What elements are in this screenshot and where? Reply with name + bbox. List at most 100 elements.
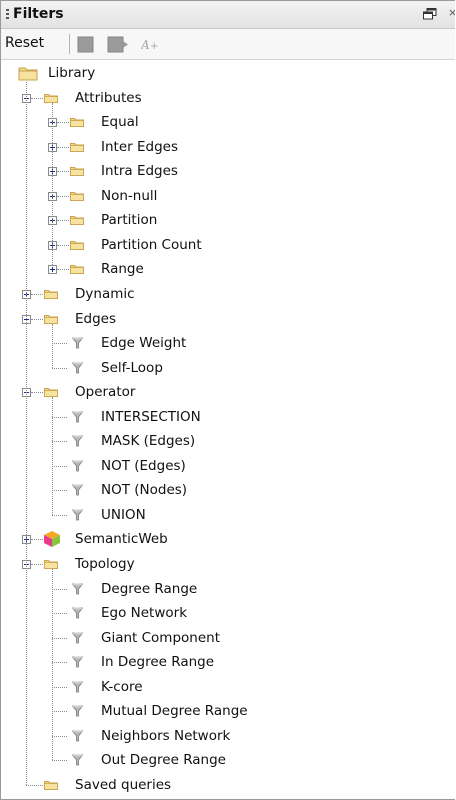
tree-leaf-operator-1[interactable]: MASK (Edges) bbox=[101, 429, 195, 453]
tree-node-library[interactable]: Library bbox=[48, 61, 95, 85]
restore-window-icon[interactable] bbox=[423, 8, 437, 20]
auto-refresh-icon[interactable]: A + bbox=[141, 38, 163, 51]
tree-guide-line bbox=[52, 686, 67, 688]
tree-guide-line bbox=[57, 269, 69, 271]
panel-title: Filters bbox=[13, 6, 64, 22]
folder-icon bbox=[70, 191, 84, 201]
tree-leaf-topology-7[interactable]: Out Degree Range bbox=[101, 748, 226, 772]
tree-guide-line bbox=[31, 539, 43, 541]
folder-icon bbox=[70, 142, 84, 152]
tree-leaf-attributes-3[interactable]: Non-null bbox=[101, 184, 157, 208]
tree-node-dynamic[interactable]: Dynamic bbox=[75, 282, 135, 306]
tree-guide-line bbox=[52, 760, 67, 762]
tree-guide-line bbox=[52, 662, 67, 664]
tree-leaf-attributes-2[interactable]: Intra Edges bbox=[101, 159, 178, 183]
svg-text:A: A bbox=[141, 38, 150, 51]
filter-stop-icon[interactable] bbox=[77, 36, 95, 53]
filters-panel: Filters × Reset A + LibraryAttributesEqu… bbox=[0, 0, 455, 800]
tree-leaf-attributes-6[interactable]: Range bbox=[101, 257, 144, 281]
tree-node-topology[interactable]: Topology bbox=[75, 552, 135, 576]
filter-funnel-icon bbox=[72, 460, 83, 472]
tree-leaf-operator-3[interactable]: NOT (Nodes) bbox=[101, 478, 187, 502]
folder-icon bbox=[44, 388, 58, 398]
filter-funnel-icon bbox=[72, 705, 83, 717]
tree-guide-line bbox=[52, 323, 53, 368]
tree-leaf-topology-5[interactable]: Mutual Degree Range bbox=[101, 699, 248, 723]
filter-funnel-icon bbox=[72, 754, 83, 766]
filter-funnel-icon bbox=[72, 656, 83, 668]
filter-funnel-icon bbox=[72, 411, 83, 423]
folder-icon bbox=[44, 289, 58, 299]
tree-node-edges[interactable]: Edges bbox=[75, 307, 116, 331]
tree-leaf-topology-0[interactable]: Degree Range bbox=[101, 577, 197, 601]
tree-guide-line bbox=[52, 343, 67, 345]
tree-leaf-attributes-1[interactable]: Inter Edges bbox=[101, 135, 178, 159]
tree-leaf-edges-1[interactable]: Self-Loop bbox=[101, 356, 163, 380]
tree-guide-line bbox=[52, 367, 67, 369]
tree-guide-line bbox=[52, 490, 67, 492]
filter-funnel-icon bbox=[72, 435, 83, 447]
tree-guide-line bbox=[31, 392, 43, 394]
tree-guide-line bbox=[52, 735, 67, 737]
tree-guide-line bbox=[31, 318, 43, 320]
tree-node-semanticweb[interactable]: SemanticWeb bbox=[75, 527, 168, 551]
folder-icon bbox=[70, 118, 84, 128]
tree-node-attributes[interactable]: Attributes bbox=[75, 86, 142, 110]
filter-funnel-icon bbox=[72, 337, 83, 349]
folder-icon bbox=[70, 216, 84, 226]
folder-icon bbox=[70, 240, 84, 250]
tree-leaf-operator-0[interactable]: INTERSECTION bbox=[101, 405, 201, 429]
tree-node-operator[interactable]: Operator bbox=[75, 380, 135, 404]
reset-button[interactable]: Reset bbox=[5, 35, 44, 51]
tree-leaf-attributes-4[interactable]: Partition bbox=[101, 208, 157, 232]
folder-icon bbox=[44, 560, 58, 569]
tree-leaf-topology-6[interactable]: Neighbors Network bbox=[101, 724, 230, 748]
folder-icon bbox=[44, 93, 58, 103]
tree-guide-line bbox=[26, 784, 43, 786]
folder-icon bbox=[70, 167, 84, 177]
svg-text:+: + bbox=[150, 41, 158, 51]
filter-funnel-icon bbox=[72, 362, 83, 373]
filter-funnel-icon bbox=[72, 632, 83, 644]
filter-funnel-icon bbox=[72, 509, 83, 521]
filter-funnel-icon bbox=[72, 607, 83, 619]
tree-guide-line bbox=[52, 711, 67, 713]
tree-guide-line bbox=[26, 82, 27, 785]
expand-toggle-attributes-6[interactable] bbox=[48, 265, 57, 275]
close-icon[interactable]: × bbox=[448, 6, 455, 19]
tree-leaf-operator-2[interactable]: NOT (Edges) bbox=[101, 454, 186, 478]
tree-leaf-topology-3[interactable]: In Degree Range bbox=[101, 650, 214, 674]
filter-funnel-icon bbox=[72, 484, 83, 496]
panel-titlebar: Filters × bbox=[1, 1, 455, 29]
tree-leaf-attributes-5[interactable]: Partition Count bbox=[101, 233, 202, 257]
tree-leaf-topology-2[interactable]: Giant Component bbox=[101, 626, 220, 650]
tree-guide-line bbox=[31, 97, 43, 99]
filter-export-icon[interactable] bbox=[107, 36, 129, 53]
tree-guide-line bbox=[52, 588, 67, 590]
filters-toolbar: Reset A + bbox=[1, 29, 455, 60]
tree-guide-line bbox=[52, 569, 53, 761]
tree-guide-line bbox=[52, 102, 53, 266]
tree-leaf-attributes-0[interactable]: Equal bbox=[101, 110, 139, 134]
tree-guide-line bbox=[57, 146, 69, 148]
tree-leaf-topology-4[interactable]: K-core bbox=[101, 675, 143, 699]
tree-guide-line bbox=[52, 441, 67, 443]
folder-icon bbox=[44, 780, 58, 790]
filter-funnel-icon bbox=[72, 583, 83, 594]
drag-grip-icon[interactable] bbox=[6, 9, 9, 20]
tree-guide-line bbox=[57, 122, 69, 124]
tree-leaf-topology-1[interactable]: Ego Network bbox=[101, 601, 187, 625]
tree-leaf-operator-4[interactable]: UNION bbox=[101, 503, 146, 527]
filter-library-tree: Library Attributes Equal Inter Edges Intra E… bbox=[1, 61, 455, 799]
folder-icon bbox=[70, 265, 84, 275]
tree-leaf-edges-0[interactable]: Edge Weight bbox=[101, 331, 186, 355]
tree-node-saved-queries[interactable]: Saved queries bbox=[75, 773, 171, 797]
filter-funnel-icon bbox=[72, 681, 83, 693]
tree-guide-line bbox=[52, 514, 67, 516]
filter-funnel-icon bbox=[72, 730, 83, 742]
tree-guide-line bbox=[57, 195, 69, 197]
folder-icon bbox=[44, 314, 58, 324]
tree-guide-line bbox=[52, 465, 67, 467]
tree-guide-line bbox=[57, 244, 69, 246]
tree-guide-line bbox=[57, 171, 69, 173]
